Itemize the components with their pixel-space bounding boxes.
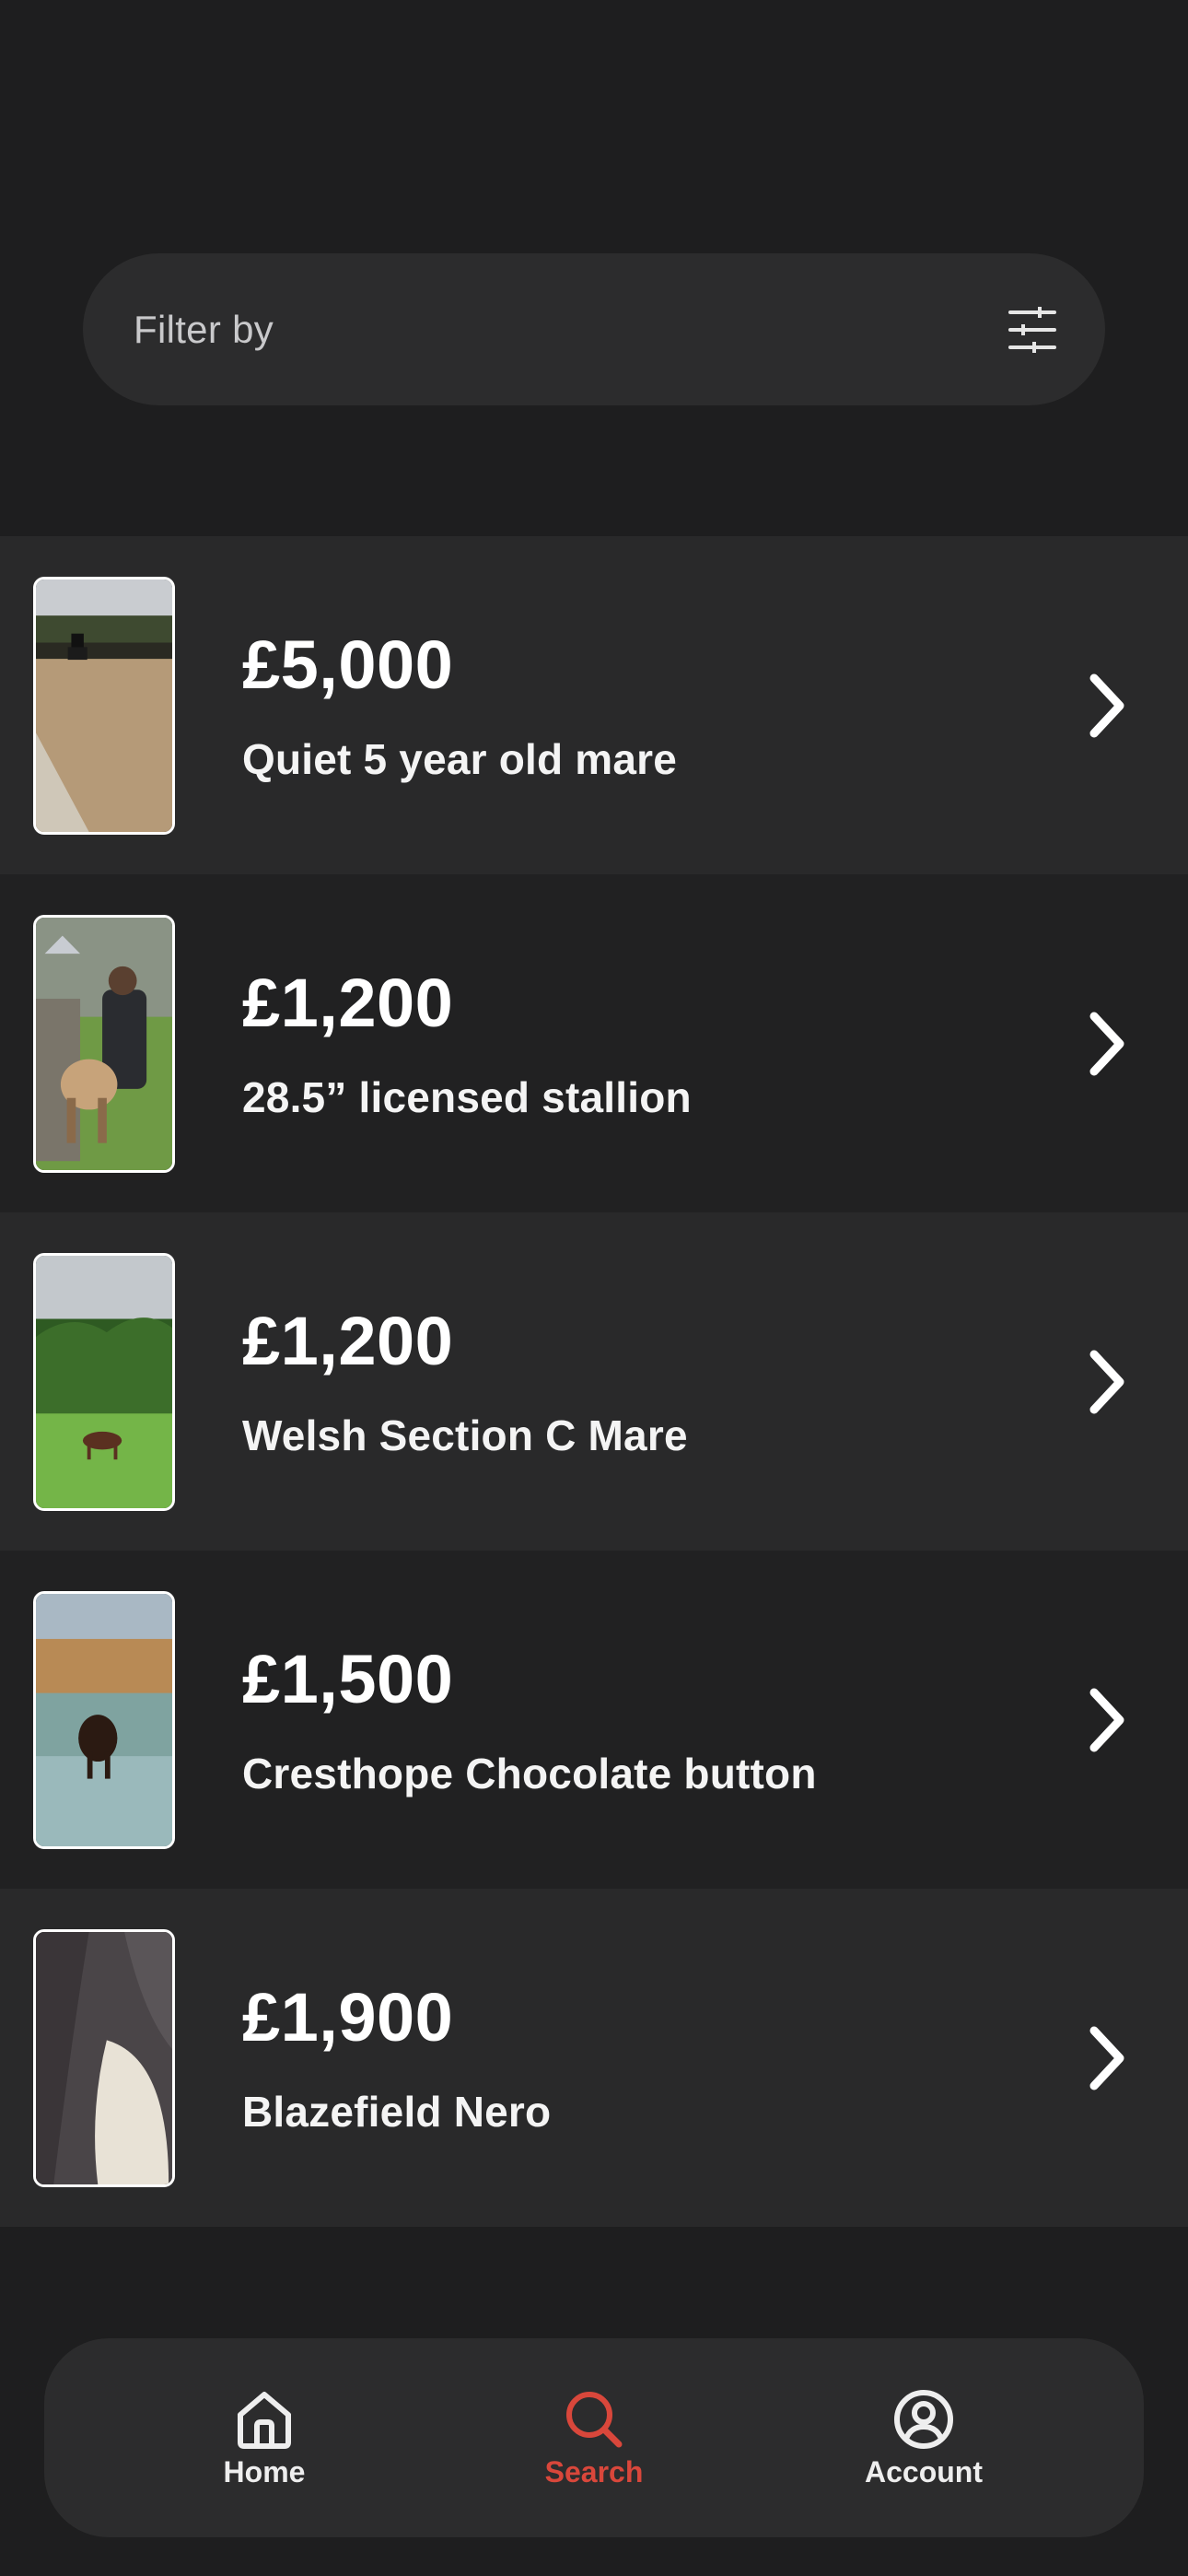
listing-row[interactable]: £5,000 Quiet 5 year old mare xyxy=(0,536,1188,874)
sliders-icon[interactable] xyxy=(1004,301,1061,358)
listing-price: £1,200 xyxy=(242,964,454,1041)
listing-text: £1,500 Cresthope Chocolate button xyxy=(242,1551,817,1889)
chevron-right-icon[interactable] xyxy=(1079,2021,1135,2095)
chevron-right-icon[interactable] xyxy=(1079,1683,1135,1757)
listing-row[interactable]: £1,900 Blazefield Nero xyxy=(0,1889,1188,2227)
filter-bar[interactable]: Filter by xyxy=(83,253,1105,405)
listing-row[interactable]: £1,500 Cresthope Chocolate button xyxy=(0,1551,1188,1889)
listing-row[interactable]: £1,200 Welsh Section C Mare xyxy=(0,1212,1188,1551)
horse-in-field-photo xyxy=(33,1252,175,1511)
nav-home[interactable]: Home xyxy=(145,2387,384,2489)
pony-frosty-field-photo xyxy=(33,1590,175,1849)
listing-price: £1,200 xyxy=(242,1302,454,1379)
listing-list: £5,000 Quiet 5 year old mare £1,200 28.5 xyxy=(0,536,1188,2227)
filter-placeholder: Filter by xyxy=(134,307,274,351)
listing-text: £1,200 28.5” licensed stallion xyxy=(242,874,692,1212)
chevron-right-icon[interactable] xyxy=(1079,1345,1135,1419)
nav-search[interactable]: Search xyxy=(474,2387,714,2489)
pony-with-handler-photo xyxy=(33,914,175,1173)
listing-title: 28.5” licensed stallion xyxy=(242,1072,692,1121)
nav-account[interactable]: Account xyxy=(804,2387,1043,2489)
chevron-right-icon[interactable] xyxy=(1079,669,1135,743)
listing-title: Blazefield Nero xyxy=(242,2087,552,2136)
listing-title: Quiet 5 year old mare xyxy=(242,734,678,783)
listing-title: Cresthope Chocolate button xyxy=(242,1749,817,1797)
listing-text: £1,200 Welsh Section C Mare xyxy=(242,1212,688,1551)
horse-arena-photo xyxy=(33,576,175,835)
home-icon xyxy=(232,2387,297,2452)
nav-label-home: Home xyxy=(223,2454,306,2488)
nav-label-account: Account xyxy=(865,2454,983,2488)
search-icon xyxy=(562,2387,626,2452)
listing-price: £1,500 xyxy=(242,1640,454,1717)
bottom-nav: Home Search Account xyxy=(44,2338,1144,2537)
listing-price: £5,000 xyxy=(242,626,454,703)
listing-price: £1,900 xyxy=(242,1978,454,2055)
listing-row[interactable]: £1,200 28.5” licensed stallion xyxy=(0,874,1188,1212)
chevron-right-icon[interactable] xyxy=(1079,1007,1135,1081)
horse-closeup-photo xyxy=(33,1928,175,2187)
nav-label-search: Search xyxy=(544,2454,644,2488)
account-icon xyxy=(891,2387,956,2452)
listing-title: Welsh Section C Mare xyxy=(242,1411,688,1459)
listing-text: £5,000 Quiet 5 year old mare xyxy=(242,536,677,874)
listing-text: £1,900 Blazefield Nero xyxy=(242,1889,551,2227)
